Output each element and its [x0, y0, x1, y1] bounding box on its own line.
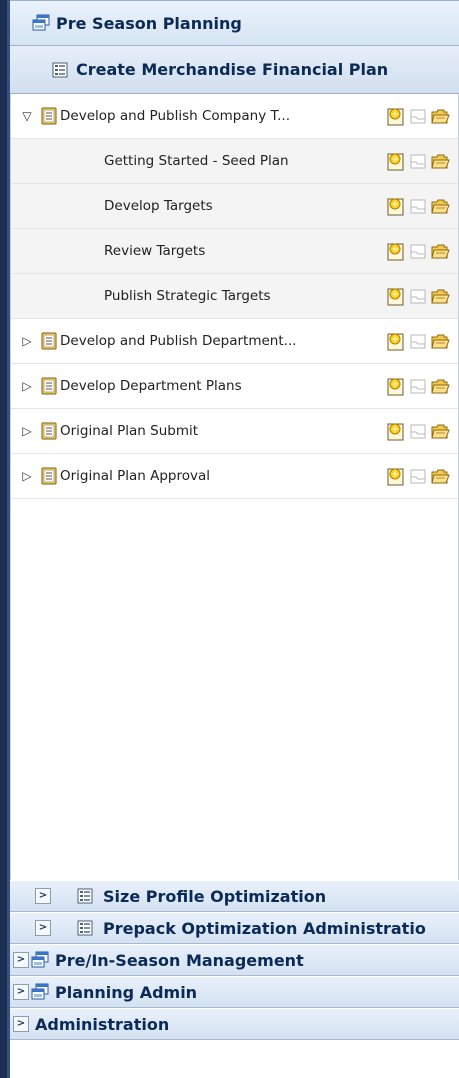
open-folder-icon[interactable] — [430, 376, 450, 396]
task-tree: ▽ Develop and Publish Company T... Getti… — [10, 94, 459, 880]
open-folder-icon[interactable] — [430, 106, 450, 126]
task-label[interactable]: Getting Started - Seed Plan — [104, 153, 336, 169]
task-row[interactable]: Develop Targets — [11, 184, 458, 229]
open-folder-icon[interactable] — [430, 196, 450, 216]
collapse-triangle-icon[interactable]: ▽ — [19, 109, 35, 123]
new-document-icon[interactable] — [386, 421, 406, 441]
list-doc-icon — [52, 62, 68, 78]
header-title: Pre Season Planning — [56, 13, 242, 33]
task-group-row[interactable]: ▷ Develop and Publish Department... — [11, 319, 458, 364]
window-left-border — [0, 0, 10, 1078]
task-document-icon — [41, 377, 57, 395]
task-label[interactable]: Publish Strategic Targets — [104, 288, 336, 304]
task-label[interactable]: Original Plan Approval — [60, 468, 322, 484]
task-group-row[interactable]: ▷ Original Plan Submit — [11, 409, 458, 454]
expand-triangle-icon[interactable]: ▷ — [19, 469, 35, 483]
row-actions — [386, 331, 450, 351]
windows-stack-icon — [31, 951, 49, 969]
task-group-row[interactable]: ▽ Develop and Publish Company T... — [11, 94, 458, 139]
accordion-title: Size Profile Optimization — [103, 886, 327, 906]
expand-triangle-icon[interactable]: ▷ — [19, 379, 35, 393]
new-document-icon[interactable] — [386, 331, 406, 351]
list-doc-icon — [77, 920, 93, 936]
new-document-icon[interactable] — [386, 286, 406, 306]
expand-triangle-icon[interactable]: ▷ — [19, 334, 35, 348]
accordion-administration[interactable]: > Administration — [10, 1008, 459, 1040]
row-actions — [386, 466, 450, 486]
new-document-icon[interactable] — [386, 151, 406, 171]
open-folder-icon[interactable] — [430, 151, 450, 171]
subheader-title: Create Merchandise Financial Plan — [76, 60, 389, 79]
task-label[interactable]: Develop Targets — [104, 198, 336, 214]
row-actions — [386, 196, 450, 216]
accordion-list: > Size Profile Optimization > Prepack Opt… — [10, 880, 459, 1040]
task-group-row[interactable]: ▷ Develop Department Plans — [11, 364, 458, 409]
task-label[interactable]: Develop Department Plans — [60, 378, 322, 394]
open-folder-icon[interactable] — [430, 286, 450, 306]
open-folder-icon[interactable] — [430, 241, 450, 261]
task-document-icon — [41, 422, 57, 440]
new-document-icon[interactable] — [386, 196, 406, 216]
task-navigation-panel: Pre Season Planning Create Merchandise F… — [10, 0, 459, 1078]
row-actions — [386, 241, 450, 261]
accordion-title: Pre/In-Season Management — [55, 950, 304, 970]
row-actions — [386, 376, 450, 396]
chevron-right-icon[interactable]: > — [35, 920, 51, 936]
row-actions — [386, 286, 450, 306]
accordion-title: Administration — [35, 1014, 170, 1034]
chevron-right-icon[interactable]: > — [13, 984, 29, 1000]
view-document-icon[interactable] — [408, 151, 428, 171]
view-document-icon[interactable] — [408, 466, 428, 486]
chevron-right-icon[interactable]: > — [13, 1016, 29, 1032]
task-document-icon — [41, 332, 57, 350]
expand-triangle-icon[interactable]: ▷ — [19, 424, 35, 438]
row-actions — [386, 106, 450, 126]
task-label[interactable]: Develop and Publish Department... — [60, 333, 322, 349]
task-label[interactable]: Review Targets — [104, 243, 336, 259]
chevron-right-icon[interactable]: > — [35, 888, 51, 904]
view-document-icon[interactable] — [408, 331, 428, 351]
accordion-title: Prepack Optimization Administratio — [103, 918, 426, 938]
new-document-icon[interactable] — [386, 106, 406, 126]
view-document-icon[interactable] — [408, 196, 428, 216]
open-folder-icon[interactable] — [430, 421, 450, 441]
task-document-icon — [41, 107, 57, 125]
open-folder-icon[interactable] — [430, 331, 450, 351]
task-document-icon — [41, 467, 57, 485]
new-document-icon[interactable] — [386, 466, 406, 486]
accordion-size-profile-optimization[interactable]: > Size Profile Optimization — [10, 880, 459, 912]
view-document-icon[interactable] — [408, 106, 428, 126]
task-label[interactable]: Original Plan Submit — [60, 423, 322, 439]
task-group-row[interactable]: ▷ Original Plan Approval — [11, 454, 458, 499]
row-actions — [386, 151, 450, 171]
view-document-icon[interactable] — [408, 241, 428, 261]
list-doc-icon — [77, 888, 93, 904]
windows-stack-icon — [31, 983, 49, 1001]
chevron-right-icon[interactable]: > — [13, 952, 29, 968]
accordion-pre-in-season-management[interactable]: > Pre/In-Season Management — [10, 944, 459, 976]
view-document-icon[interactable] — [408, 421, 428, 441]
accordion-planning-admin[interactable]: > Planning Admin — [10, 976, 459, 1008]
view-document-icon[interactable] — [408, 376, 428, 396]
pre-season-planning-header[interactable]: Pre Season Planning — [10, 1, 459, 46]
accordion-title: Planning Admin — [55, 982, 198, 1002]
new-document-icon[interactable] — [386, 241, 406, 261]
view-document-icon[interactable] — [408, 286, 428, 306]
row-actions — [386, 421, 450, 441]
task-row[interactable]: Getting Started - Seed Plan — [11, 139, 458, 184]
create-merchandise-financial-plan-header[interactable]: Create Merchandise Financial Plan — [10, 46, 459, 94]
accordion-prepack-optimization-administratio[interactable]: > Prepack Optimization Administratio — [10, 912, 459, 944]
windows-stack-icon — [32, 14, 50, 32]
task-label[interactable]: Develop and Publish Company T... — [60, 108, 322, 124]
task-row[interactable]: Publish Strategic Targets — [11, 274, 458, 319]
task-row[interactable]: Review Targets — [11, 229, 458, 274]
new-document-icon[interactable] — [386, 376, 406, 396]
open-folder-icon[interactable] — [430, 466, 450, 486]
